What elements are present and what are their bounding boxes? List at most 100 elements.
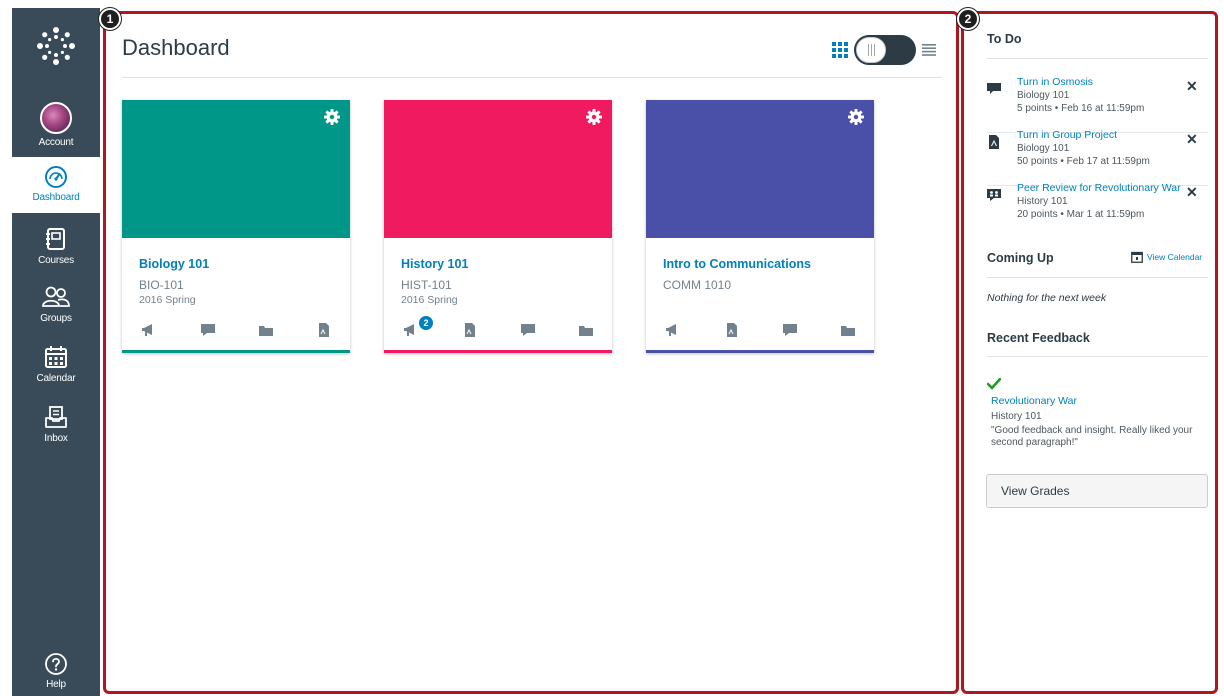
files-icon[interactable] xyxy=(258,322,274,338)
page-title: Dashboard xyxy=(122,35,230,60)
assignments-icon[interactable] xyxy=(316,322,332,338)
nav-item-label: Inbox xyxy=(44,433,68,444)
course-code: BIO-101 xyxy=(139,278,184,292)
course-name-link[interactable]: History 101 xyxy=(401,257,468,271)
card-view-grid-icon[interactable] xyxy=(832,42,848,58)
canvas-logo-icon[interactable] xyxy=(36,26,76,66)
todo-meta: 5 points • Feb 16 at 11:59pm xyxy=(1017,103,1145,114)
todo-course: History 101 xyxy=(1017,196,1068,207)
nav-item-label: Calendar xyxy=(36,373,76,384)
checkmark-icon xyxy=(987,378,1001,390)
course-code: HIST-101 xyxy=(401,278,452,292)
todo-title-link[interactable]: Turn in Group Project xyxy=(1017,129,1117,141)
gear-icon[interactable] xyxy=(848,109,864,125)
nav-item-label: Help xyxy=(46,679,66,690)
todo-course: Biology 101 xyxy=(1017,143,1070,154)
discussions-icon[interactable] xyxy=(782,322,798,338)
nav-item-help[interactable]: Help xyxy=(12,646,100,696)
card-action-bar xyxy=(646,322,874,342)
list-view-icon[interactable] xyxy=(922,44,936,56)
todo-item: Turn in Group Project Biology 101 50 poi… xyxy=(987,129,1208,186)
todo-divider xyxy=(987,58,1208,59)
nav-item-account[interactable]: Account xyxy=(12,96,100,152)
dismiss-close-icon[interactable]: ✕ xyxy=(1186,184,1198,201)
card-action-bar xyxy=(122,322,350,342)
avatar xyxy=(40,102,72,134)
peer-review-icon xyxy=(987,189,1001,201)
nav-item-inbox[interactable]: Inbox xyxy=(12,398,100,454)
recent-feedback-divider xyxy=(987,356,1208,357)
course-code: COMM 1010 xyxy=(663,278,732,292)
todo-item: Turn in Osmosis Biology 101 5 points • F… xyxy=(987,76,1208,133)
todo-title-link[interactable]: Turn in Osmosis xyxy=(1017,76,1093,88)
callout-badge-main: 1 xyxy=(99,8,121,30)
todo-course: Biology 101 xyxy=(1017,90,1070,101)
announcements-icon[interactable] xyxy=(142,322,158,338)
calendar-icon xyxy=(45,346,67,368)
assignments-icon[interactable] xyxy=(462,322,478,338)
course-card-communications[interactable]: Intro to Communications COMM 1010 xyxy=(646,100,874,353)
view-calendar-label: View Calendar xyxy=(1147,252,1203,262)
coming-up-heading: Coming Up xyxy=(987,251,1054,265)
card-hero[interactable] xyxy=(384,100,612,238)
view-toggle xyxy=(832,34,942,66)
dismiss-close-icon[interactable]: ✕ xyxy=(1186,78,1198,95)
assignments-icon[interactable] xyxy=(724,322,740,338)
nav-item-label: Account xyxy=(38,137,74,148)
files-icon[interactable] xyxy=(578,322,594,338)
course-name-link[interactable]: Intro to Communications xyxy=(663,257,811,271)
nav-item-groups[interactable]: Groups xyxy=(12,278,100,334)
todo-meta: 20 points • Mar 1 at 11:59pm xyxy=(1017,209,1145,220)
nav-item-dashboard[interactable]: Dashboard xyxy=(12,157,100,213)
dashboard-gauge-icon xyxy=(45,166,67,188)
assignment-icon xyxy=(989,135,999,149)
todo-title-link[interactable]: Peer Review for Revolutionary War xyxy=(1017,182,1181,194)
nav-item-courses[interactable]: Courses xyxy=(12,220,100,276)
nav-item-label: Courses xyxy=(38,255,74,266)
card-accent-bar xyxy=(122,350,350,353)
unread-announcements-badge: 2 xyxy=(418,315,434,331)
course-card-biology[interactable]: Biology 101 BIO-101 2016 Spring xyxy=(122,100,350,353)
feedback-comment: "Good feedback and insight. Really liked… xyxy=(991,425,1193,448)
nav-item-label: Dashboard xyxy=(32,192,80,203)
card-hero[interactable] xyxy=(122,100,350,238)
nav-item-label: Groups xyxy=(40,313,72,324)
dismiss-close-icon[interactable]: ✕ xyxy=(1186,131,1198,148)
todo-meta: 50 points • Feb 17 at 11:59pm xyxy=(1017,156,1150,167)
announcements-icon[interactable] xyxy=(666,322,682,338)
course-card-history[interactable]: History 101 HIST-101 2016 Spring 2 xyxy=(384,100,612,353)
header-divider xyxy=(122,77,942,78)
course-name-link[interactable]: Biology 101 xyxy=(139,257,209,271)
recent-feedback-heading: Recent Feedback xyxy=(987,331,1090,345)
feedback-assignment-link[interactable]: Revolutionary War xyxy=(991,395,1077,407)
card-accent-bar xyxy=(384,350,612,353)
calendar-icon xyxy=(1131,251,1143,263)
global-nav: Account Dashboard Courses Groups Calenda… xyxy=(12,8,100,696)
discussions-icon[interactable] xyxy=(200,322,216,338)
gear-icon[interactable] xyxy=(324,109,340,125)
card-action-bar: 2 xyxy=(384,315,612,342)
switch-knob xyxy=(856,37,886,63)
view-calendar-link[interactable]: View Calendar xyxy=(1131,251,1202,263)
files-icon[interactable] xyxy=(840,322,856,338)
card-hero[interactable] xyxy=(646,100,874,238)
todo-heading: To Do xyxy=(987,32,1022,46)
view-mode-switch[interactable] xyxy=(854,35,916,65)
discussions-icon[interactable] xyxy=(520,322,536,338)
gear-icon[interactable] xyxy=(586,109,602,125)
feedback-course: History 101 xyxy=(991,411,1042,422)
coming-up-divider xyxy=(987,277,1208,278)
nav-item-calendar[interactable]: Calendar xyxy=(12,338,100,394)
groups-people-icon xyxy=(42,286,70,307)
discussion-icon xyxy=(987,83,1001,94)
inbox-tray-icon xyxy=(45,406,67,428)
course-term: 2016 Spring xyxy=(139,294,196,306)
callout-badge-sidebar: 2 xyxy=(957,8,979,30)
help-question-icon xyxy=(45,653,67,675)
course-term: 2016 Spring xyxy=(401,294,458,306)
coming-up-empty-message: Nothing for the next week xyxy=(987,292,1107,304)
card-accent-bar xyxy=(646,350,874,353)
courses-book-icon xyxy=(46,228,65,250)
view-grades-button[interactable]: View Grades xyxy=(986,474,1208,508)
todo-item: Peer Review for Revolutionary War Histor… xyxy=(987,182,1208,232)
